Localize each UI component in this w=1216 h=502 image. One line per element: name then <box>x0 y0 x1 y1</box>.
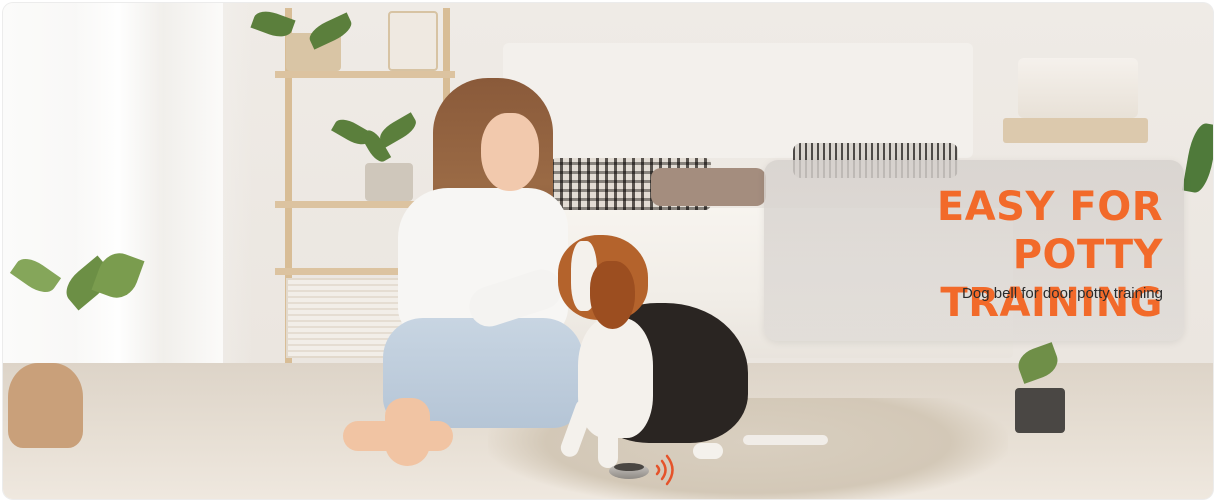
bed-headboard <box>503 43 973 158</box>
dog-paw <box>693 443 723 459</box>
promo-title: EASY FOR POTTY TRAINING <box>775 183 1163 327</box>
promo-title-line-1: EASY FOR POTTY <box>936 184 1163 278</box>
plant-pot-right <box>1015 388 1065 433</box>
promo-subtitle: Dog bell for door potty training <box>962 285 1163 302</box>
plant-pot-shelf <box>365 163 413 201</box>
girl-foot <box>385 398 430 466</box>
dog-leg <box>598 383 618 468</box>
picture-frame <box>388 11 438 71</box>
dog-tail <box>743 435 828 445</box>
table-lamp <box>1018 58 1138 118</box>
dog-ear <box>590 261 635 329</box>
dog-bell-button <box>614 463 644 471</box>
wicker-plant-pot <box>8 363 83 448</box>
girl-face <box>481 113 539 191</box>
shelf-board-top <box>275 71 455 78</box>
nightstand <box>1003 118 1148 143</box>
signal-waves-icon <box>655 454 674 486</box>
brown-pillow <box>651 168 766 206</box>
